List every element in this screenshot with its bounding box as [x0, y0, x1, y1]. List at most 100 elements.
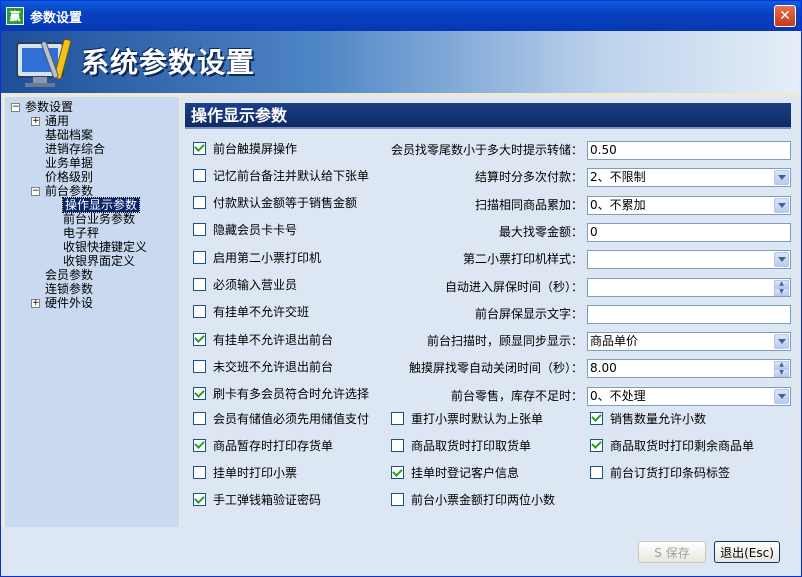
spin-down-icon[interactable]: ▼ — [774, 369, 789, 378]
tree-item[interactable]: 基础档案 — [45, 128, 93, 142]
checkbox-option[interactable]: 手工弹钱箱验证密码 — [193, 492, 321, 508]
dropdown-field[interactable]: 0、不处理 — [587, 386, 791, 406]
tree-expander-icon[interactable]: − — [31, 187, 40, 196]
spin-buttons[interactable]: ▲ ▼ — [774, 361, 789, 378]
tree-expander-icon[interactable]: + — [31, 299, 40, 308]
monitor-tools-icon — [16, 38, 72, 87]
window-title: 参数设置 — [30, 10, 83, 26]
chevron-down-icon[interactable] — [774, 170, 789, 186]
checkbox-option[interactable]: 未交班不允许退出前台 — [193, 358, 333, 374]
exit-button[interactable]: 退出(Esc) — [714, 541, 780, 563]
checkbox-option[interactable]: 挂单时登记客户信息 — [391, 465, 519, 481]
tree-item[interactable]: 价格级别 — [45, 170, 93, 184]
checked-checkbox[interactable] — [193, 141, 206, 155]
checkbox-option[interactable]: 商品暂存时打印存货单 — [193, 437, 333, 453]
chevron-down-icon[interactable] — [774, 334, 789, 350]
save-button[interactable]: S 保存 — [638, 541, 706, 563]
checkbox-option[interactable]: 销售数量允许小数 — [590, 410, 706, 426]
tree-item[interactable]: 参数设置 — [25, 100, 73, 114]
unchecked-checkbox[interactable] — [193, 305, 206, 319]
checked-checkbox[interactable] — [193, 387, 206, 401]
checked-checkbox[interactable] — [590, 411, 603, 425]
checkbox-label: 必须输入营业员 — [213, 278, 298, 292]
text-field[interactable] — [587, 304, 791, 324]
checkbox-option[interactable]: 记忆前台备注并默认给下张单 — [193, 167, 369, 183]
dropdown-field[interactable]: 商品单价 — [587, 332, 791, 352]
checkbox-label: 有挂单不允许交班 — [213, 305, 310, 320]
tree-item[interactable]: 硬件外设 — [45, 296, 93, 310]
unchecked-checkbox[interactable] — [391, 438, 404, 452]
dropdown-field[interactable] — [587, 250, 791, 270]
unchecked-checkbox[interactable] — [193, 411, 206, 425]
chevron-down-icon[interactable] — [774, 252, 789, 268]
checkbox-label: 销售数量允许小数 — [610, 411, 707, 426]
tree-item[interactable]: 收银快捷键定义 — [63, 240, 147, 254]
tree-item[interactable]: 电子秤 — [63, 226, 99, 240]
tree-item[interactable]: 收银界面定义 — [63, 254, 135, 268]
unchecked-checkbox[interactable] — [193, 223, 206, 237]
tree-expander-icon[interactable]: + — [31, 117, 40, 126]
checkbox-option[interactable]: 挂单时打印小票 — [193, 465, 297, 481]
checkbox-option[interactable]: 会员有储值必须先用储值支付 — [193, 410, 369, 426]
field-value: 0 — [590, 224, 598, 239]
chevron-down-icon[interactable] — [774, 197, 789, 213]
spin-down-icon[interactable]: ▼ — [774, 287, 789, 296]
checkbox-option[interactable]: 前台触摸屏操作 — [193, 140, 297, 156]
tree-expander-icon[interactable]: − — [11, 103, 20, 112]
tree-item[interactable]: 进销存综合 — [45, 142, 105, 156]
spin-buttons[interactable]: ▲ ▼ — [774, 279, 789, 296]
text-field[interactable]: 0.50 — [587, 141, 791, 160]
tree-item[interactable]: 会员参数 — [45, 268, 93, 282]
checked-checkbox[interactable] — [590, 438, 603, 452]
field-label: 扫描相同商品累加： — [474, 197, 583, 212]
text-field[interactable]: 0 — [587, 222, 791, 242]
unchecked-checkbox[interactable] — [391, 493, 404, 507]
checkbox-option[interactable]: 启用第二小票打印机 — [193, 249, 321, 265]
checkbox-option[interactable]: 前台订货打印条码标签 — [590, 465, 730, 481]
unchecked-checkbox[interactable] — [391, 411, 404, 425]
spin-field[interactable]: 8.00 ▲ ▼ — [587, 359, 791, 379]
dropdown-field[interactable]: 2、不限制 — [587, 168, 791, 188]
unchecked-checkbox[interactable] — [193, 168, 206, 182]
checkbox-option[interactable]: 有挂单不允许退出前台 — [193, 331, 333, 347]
tree-item[interactable]: 连锁参数 — [45, 282, 93, 296]
tree-item[interactable]: 通用 — [45, 114, 69, 128]
checkbox-option[interactable]: 商品取货时打印取货单 — [391, 437, 531, 453]
tree-item[interactable]: 操作显示参数 — [61, 197, 141, 213]
checkbox-option[interactable]: 隐藏会员卡卡号 — [193, 222, 297, 238]
checked-checkbox[interactable] — [193, 438, 206, 452]
unchecked-checkbox[interactable] — [193, 466, 206, 480]
spin-field[interactable]: ▲ ▼ — [587, 277, 791, 297]
chevron-down-icon[interactable] — [774, 388, 789, 404]
settings-tree[interactable]: − 参数设置 + 通用 基础档案 进销存综合 业务单据 价格级别 − 前台参数 操作显示参数 前台业务… — [5, 97, 179, 527]
tree-item[interactable]: 前台业务参数 — [63, 212, 135, 226]
spin-up-icon[interactable]: ▲ — [774, 279, 789, 288]
close-button[interactable]: ✕ — [774, 5, 796, 27]
checkbox-label: 商品暂存时打印存货单 — [213, 438, 334, 453]
unchecked-checkbox[interactable] — [193, 278, 206, 291]
checkbox-label: 商品取货时打印取货单 — [411, 438, 532, 453]
checkbox-option[interactable]: 重打小票时默认为上张单 — [391, 410, 543, 426]
checkbox-label: 前台触摸屏操作 — [213, 141, 298, 156]
checked-checkbox[interactable] — [193, 493, 206, 507]
checkbox-option[interactable]: 有挂单不允许交班 — [193, 304, 309, 320]
tree-item[interactable]: 业务单据 — [45, 156, 93, 170]
spin-up-icon[interactable]: ▲ — [774, 361, 789, 370]
checked-checkbox[interactable] — [193, 332, 206, 346]
unchecked-checkbox[interactable] — [193, 196, 206, 210]
checkbox-option[interactable]: 前台小票金额打印两位小数 — [391, 492, 555, 508]
checkbox-option[interactable]: 刷卡有多会员符合时允许选择 — [193, 386, 369, 402]
checkbox-option[interactable]: 付款默认金额等于销售金额 — [193, 195, 357, 211]
unchecked-checkbox[interactable] — [193, 250, 206, 264]
checkbox-option[interactable]: 必须输入营业员 — [193, 277, 297, 293]
title-bar[interactable]: 赢 参数设置 ✕ — [1, 1, 801, 31]
checkbox-label: 商品取货时打印剩余商品单 — [610, 438, 755, 453]
unchecked-checkbox[interactable] — [590, 466, 603, 480]
dropdown-field[interactable]: 0、不累加 — [587, 195, 791, 215]
panel-title: 操作显示参数 — [185, 103, 791, 129]
unchecked-checkbox[interactable] — [193, 359, 206, 373]
checkbox-option[interactable]: 商品取货时打印剩余商品单 — [590, 437, 754, 453]
tree-item[interactable]: 前台参数 — [45, 184, 93, 198]
checked-checkbox[interactable] — [391, 466, 404, 480]
field-value: 0、不处理 — [590, 388, 646, 403]
